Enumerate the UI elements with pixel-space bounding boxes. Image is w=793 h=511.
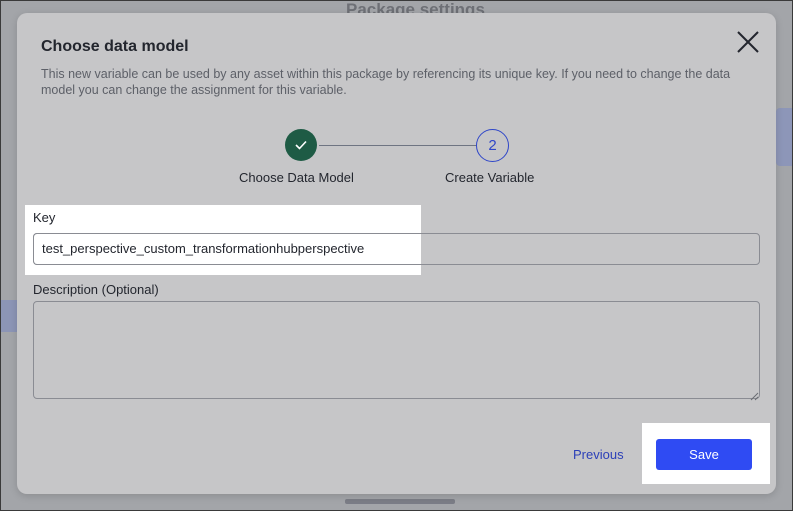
choose-data-model-dialog: Choose data model This new variable can … bbox=[17, 13, 776, 494]
background-element bbox=[345, 499, 455, 504]
close-icon bbox=[737, 31, 759, 53]
stepper-connector bbox=[319, 145, 477, 146]
resize-handle-icon[interactable] bbox=[750, 388, 759, 401]
check-icon bbox=[295, 140, 307, 150]
description-label: Description (Optional) bbox=[33, 282, 159, 297]
background-panel-edge bbox=[776, 108, 793, 166]
step-2-indicator: 2 bbox=[476, 129, 509, 162]
close-button[interactable] bbox=[735, 29, 761, 55]
step-1-label: Choose Data Model bbox=[239, 170, 354, 185]
dialog-title: Choose data model bbox=[41, 38, 189, 55]
key-label: Key bbox=[33, 210, 56, 225]
key-input-value: test_perspective_custom_transformationhu… bbox=[42, 241, 365, 256]
description-textarea[interactable] bbox=[33, 301, 760, 399]
previous-button[interactable]: Previous bbox=[573, 447, 624, 462]
dialog-description: This new variable can be used by any ass… bbox=[41, 67, 731, 97]
save-button[interactable]: Save bbox=[656, 439, 752, 470]
step-2-label: Create Variable bbox=[445, 170, 535, 185]
step-1-indicator bbox=[285, 129, 317, 161]
background-sidebar-item bbox=[0, 300, 18, 332]
